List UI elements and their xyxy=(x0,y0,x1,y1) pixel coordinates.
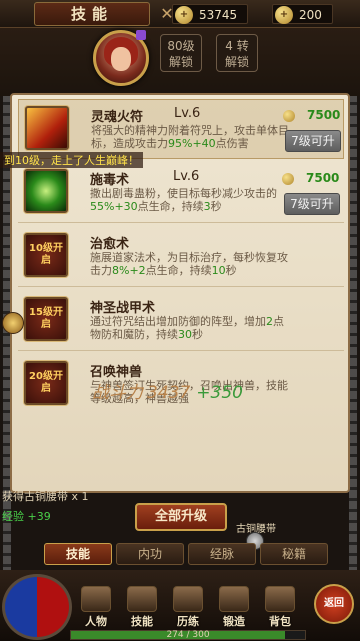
log-line-exp: 经验 +39 xyxy=(2,510,51,523)
skill-name: 施毒术 xyxy=(90,173,130,188)
xp-bar: 274 / 300 xyxy=(70,630,306,640)
system-message: 到10级，走上了人生巅峰！ xyxy=(0,152,143,168)
tab-meridian[interactable]: 经脉 xyxy=(188,543,256,565)
upgrade-all-button[interactable]: 全部升级 xyxy=(135,503,227,531)
skill-desc: 将强大的精神力附着符咒上，攻击单体目标，造成攻击力95%+40点伤害 xyxy=(91,124,289,150)
skill-desc: 通过符咒结出增加防御的阵型，增加2点物防和魔防，持续30秒 xyxy=(90,315,284,341)
skill-cost: 7500 xyxy=(307,108,341,122)
log-line-item: 获得古铜腰带 x 1 xyxy=(2,490,89,503)
unlock-slot-80[interactable]: 80级 解锁 xyxy=(160,34,202,72)
nav-character[interactable]: 人物 xyxy=(78,586,114,628)
skill-desc: 撒出剧毒蛊粉，使目标每秒减少攻击的55%+30点生命，持续3秒 xyxy=(90,187,277,213)
training-icon xyxy=(173,586,203,612)
heal-icon: 10级开启 xyxy=(24,233,68,277)
chain-decoration-right xyxy=(349,28,357,641)
skill-cost: 7500 xyxy=(306,171,340,185)
page-title: 技能 xyxy=(34,2,150,26)
avatar-face xyxy=(111,47,131,71)
skill-name: 治愈术 xyxy=(90,237,130,252)
power-label: 战斗力 xyxy=(92,383,143,403)
nav-training[interactable]: 历练 xyxy=(170,586,206,628)
unlock-80-line2: 解锁 xyxy=(168,55,193,69)
poison-icon xyxy=(24,169,68,213)
skill-row-heal[interactable]: 10级开启 治愈术 施展道家法术，为目标治疗，每秒恢复攻击力8%+2点生命，持续… xyxy=(18,227,344,287)
skill-name: 神圣战甲术 xyxy=(90,301,156,316)
unlock-80-line1: 80级 xyxy=(167,39,195,53)
bag-icon xyxy=(265,586,295,612)
forge-icon xyxy=(219,586,249,612)
holy-armor-icon: 15级开启 xyxy=(24,297,68,341)
unlock-slot-reborn[interactable]: 4 转 解锁 xyxy=(216,34,258,72)
back-button[interactable]: 返回 xyxy=(314,584,354,624)
nav-skills[interactable]: 技能 xyxy=(124,586,160,628)
coin-icon xyxy=(282,173,294,185)
soul-talisman-icon xyxy=(25,106,69,150)
upgrade-button[interactable]: 7级可升 xyxy=(284,193,340,215)
skill-row-poison[interactable]: 施毒术 Lv.6 撒出剧毒蛊粉，使目标每秒减少攻击的55%+30点生命，持续3秒… xyxy=(18,163,344,223)
top-bar: 技能 ✕ + 53745 + 200 xyxy=(0,0,360,28)
skill-level: Lv.6 xyxy=(174,106,201,121)
power-display: 战斗力 3437 +350 xyxy=(92,378,243,403)
upgrade-button[interactable]: 7级可升 xyxy=(285,130,341,152)
hp-mp-orb xyxy=(2,574,72,640)
coin-icon xyxy=(283,110,295,122)
coin-plus-icon: + xyxy=(175,6,193,24)
skill-name: 灵魂火符 xyxy=(91,110,144,125)
yuanbao-counter[interactable]: + 200 xyxy=(272,4,333,24)
nav-forge[interactable]: 锻造 xyxy=(216,586,252,628)
tab-bar: 技能 内功 经脉 秘籍 xyxy=(44,543,334,567)
skill-row-soul-talisman[interactable]: 灵魂火符 Lv.6 将强大的精神力附着符咒上，攻击单体目标，造成攻击力95%+4… xyxy=(18,99,344,159)
gold-value: 53745 xyxy=(199,8,238,22)
power-value: 3437 xyxy=(147,383,191,403)
tab-manual[interactable]: 秘籍 xyxy=(260,543,328,565)
yuanbao-plus-icon: + xyxy=(275,6,293,24)
tab-skills[interactable]: 技能 xyxy=(44,543,112,565)
summon-beast-icon: 20级开启 xyxy=(24,361,68,405)
gold-counter[interactable]: + 53745 xyxy=(172,4,249,24)
tab-inner-power[interactable]: 内功 xyxy=(116,543,184,565)
avatar-badge-icon xyxy=(136,30,146,40)
character-icon xyxy=(81,586,111,612)
nav-bag[interactable]: 背包 xyxy=(262,586,298,628)
xp-text: 274 / 300 xyxy=(166,630,210,640)
skill-row-holy-armor[interactable]: 15级开启 神圣战甲术 通过符咒结出增加防御的阵型，增加2点物防和魔防，持续30… xyxy=(18,291,344,351)
yuanbao-value: 200 xyxy=(299,8,322,22)
skill-desc: 施展道家法术，为目标治疗，每秒恢复攻击力8%+2点生命，持续10秒 xyxy=(90,251,288,277)
unlock-reborn-line1: 4 转 xyxy=(225,39,249,53)
quest-icon[interactable] xyxy=(2,312,24,334)
unlock-reborn-line2: 解锁 xyxy=(224,55,249,69)
power-increase: +350 xyxy=(196,383,243,403)
skill-level: Lv.6 xyxy=(173,169,200,184)
skill-icon xyxy=(127,586,157,612)
